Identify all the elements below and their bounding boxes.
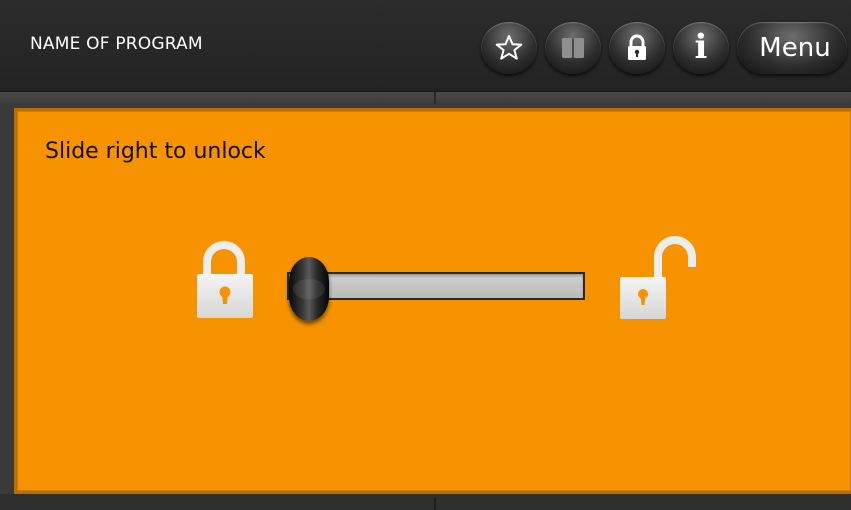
info-button[interactable]: i (673, 22, 729, 74)
lock-icon (628, 34, 646, 60)
bottom-frame-strip (0, 494, 851, 510)
lock-closed-icon (197, 241, 253, 318)
app-title: NAME OF PROGRAM (30, 34, 203, 54)
unlock-panel: Slide right to unlock (14, 108, 851, 494)
lock-button[interactable] (609, 22, 665, 74)
menu-button[interactable]: Menu (737, 22, 847, 74)
lock-open-icon (620, 236, 696, 319)
book-button[interactable] (545, 22, 601, 74)
unlock-instruction: Slide right to unlock (45, 139, 266, 164)
top-frame-strip (0, 92, 851, 104)
title-bar: NAME OF PROGRAM i Menu (0, 0, 851, 92)
bottom-frame-divider (434, 498, 436, 510)
top-frame-divider (434, 92, 436, 104)
star-icon (495, 35, 523, 60)
unlock-slider-handle[interactable] (289, 257, 329, 321)
favorite-button[interactable] (481, 22, 537, 74)
info-icon: i (694, 27, 708, 67)
unlock-slider-track[interactable] (287, 272, 585, 300)
book-icon (562, 38, 584, 58)
